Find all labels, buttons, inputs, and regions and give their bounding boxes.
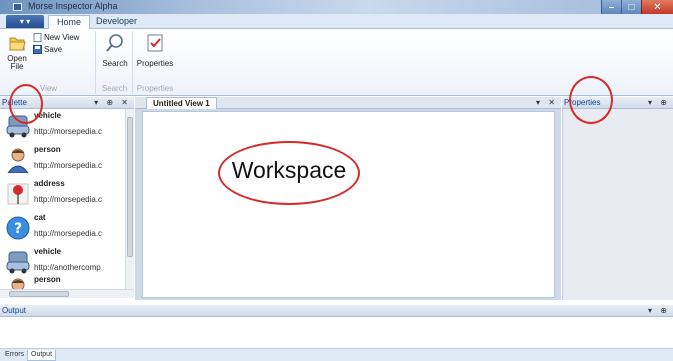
output-panel-controls[interactable]: ▾ ⊕ xyxy=(648,305,670,317)
output-panel xyxy=(0,317,673,349)
new-view-label: New View xyxy=(44,33,80,42)
properties-label: Properties xyxy=(136,59,174,68)
tab-errors[interactable]: Errors xyxy=(2,350,27,361)
palette-item-name: address xyxy=(34,179,65,188)
bottom-tab-strip: Errors Output xyxy=(0,349,673,361)
question-icon: ? xyxy=(6,216,30,240)
window-title: Morse Inspector Alpha xyxy=(28,1,118,11)
palette-item-url: http://morsepedia.c xyxy=(34,161,103,170)
palette-vertical-scrollbar[interactable] xyxy=(125,109,134,289)
tab-untitled-view-1[interactable]: Untitled View 1 xyxy=(146,97,217,109)
palette-item-url: http://morsepedia.c xyxy=(34,195,103,204)
group-label-properties: Properties xyxy=(136,84,174,93)
tab-developer[interactable]: Developer xyxy=(88,15,145,29)
palette-item[interactable]: address http://morsepedia.c xyxy=(0,177,125,211)
scroll-thumb[interactable] xyxy=(9,291,69,297)
workspace-canvas[interactable] xyxy=(142,111,555,298)
palette-item-url: http://morsepedia.c xyxy=(34,229,103,238)
scroll-thumb[interactable] xyxy=(127,117,133,257)
properties-panel xyxy=(562,109,673,300)
search-icon xyxy=(106,34,123,52)
pin-icon xyxy=(7,183,29,205)
palette-horizontal-scrollbar[interactable] xyxy=(0,289,134,298)
ribbon-group-view: Open File New View Save View xyxy=(2,31,96,94)
folder-icon xyxy=(9,37,26,51)
window-controls: – □ ✕ xyxy=(601,0,673,14)
output-panel-header: Output ▾ ⊕ xyxy=(0,305,673,317)
ribbon-tab-row: ▾ ▾ Home Developer xyxy=(0,14,673,29)
search-button[interactable]: Search xyxy=(101,33,129,68)
save-icon xyxy=(33,45,42,54)
person-icon xyxy=(11,278,25,289)
open-file-label: Open File xyxy=(7,54,27,71)
palette-item-name: cat xyxy=(34,213,46,222)
svg-text:?: ? xyxy=(14,221,22,237)
ribbon-group-properties: Properties Properties xyxy=(134,31,176,94)
palette-annotation-circle xyxy=(9,84,43,124)
open-file-button[interactable]: Open File xyxy=(4,33,30,71)
minimize-button[interactable]: – xyxy=(601,0,621,14)
new-view-button[interactable]: New View xyxy=(33,33,79,42)
properties-button[interactable]: Properties xyxy=(136,33,174,68)
person-icon xyxy=(7,148,29,173)
document-tab-controls[interactable]: ▾ ✕ xyxy=(536,97,558,109)
workspace-annotation-label: Workspace xyxy=(231,157,347,183)
search-label: Search xyxy=(102,59,128,68)
output-panel-title: Output xyxy=(2,306,27,315)
palette-item[interactable]: person xyxy=(0,273,125,289)
group-label-search: Search xyxy=(101,84,128,93)
properties-checklist-icon xyxy=(147,34,163,52)
app-icon xyxy=(13,3,22,11)
tab-output[interactable]: Output xyxy=(27,350,57,361)
palette-item-name: person xyxy=(34,275,61,284)
properties-annotation-circle xyxy=(569,76,613,124)
tab-home[interactable]: Home xyxy=(48,15,91,29)
palette-item-url: http://anothercomp xyxy=(34,263,101,272)
palette-item-name: vehicle xyxy=(34,247,62,256)
title-bar: Morse Inspector Alpha – □ ✕ xyxy=(0,0,673,14)
palette-panel-controls[interactable]: ▾ ⊕ ✕ xyxy=(94,97,131,109)
save-button[interactable]: Save xyxy=(33,45,62,54)
application-menu-button[interactable]: ▾ ▾ xyxy=(6,15,44,28)
palette-item-name: person xyxy=(34,145,61,154)
maximize-button[interactable]: □ xyxy=(621,0,641,14)
save-label: Save xyxy=(44,45,63,54)
palette-item-url: http://morsepedia.c xyxy=(34,127,103,136)
vehicle-icon xyxy=(6,251,30,274)
new-document-icon xyxy=(33,33,42,42)
palette-list: vehicle http://morsepedia.c person http:… xyxy=(0,109,125,289)
properties-panel-controls[interactable]: ▾ ⊕ xyxy=(648,97,670,109)
palette-item[interactable]: person http://morsepedia.c xyxy=(0,143,125,177)
ribbon-group-search: Search Search xyxy=(97,31,133,94)
palette-item[interactable]: ? cat http://morsepedia.c xyxy=(0,211,125,245)
close-button[interactable]: ✕ xyxy=(641,0,673,14)
